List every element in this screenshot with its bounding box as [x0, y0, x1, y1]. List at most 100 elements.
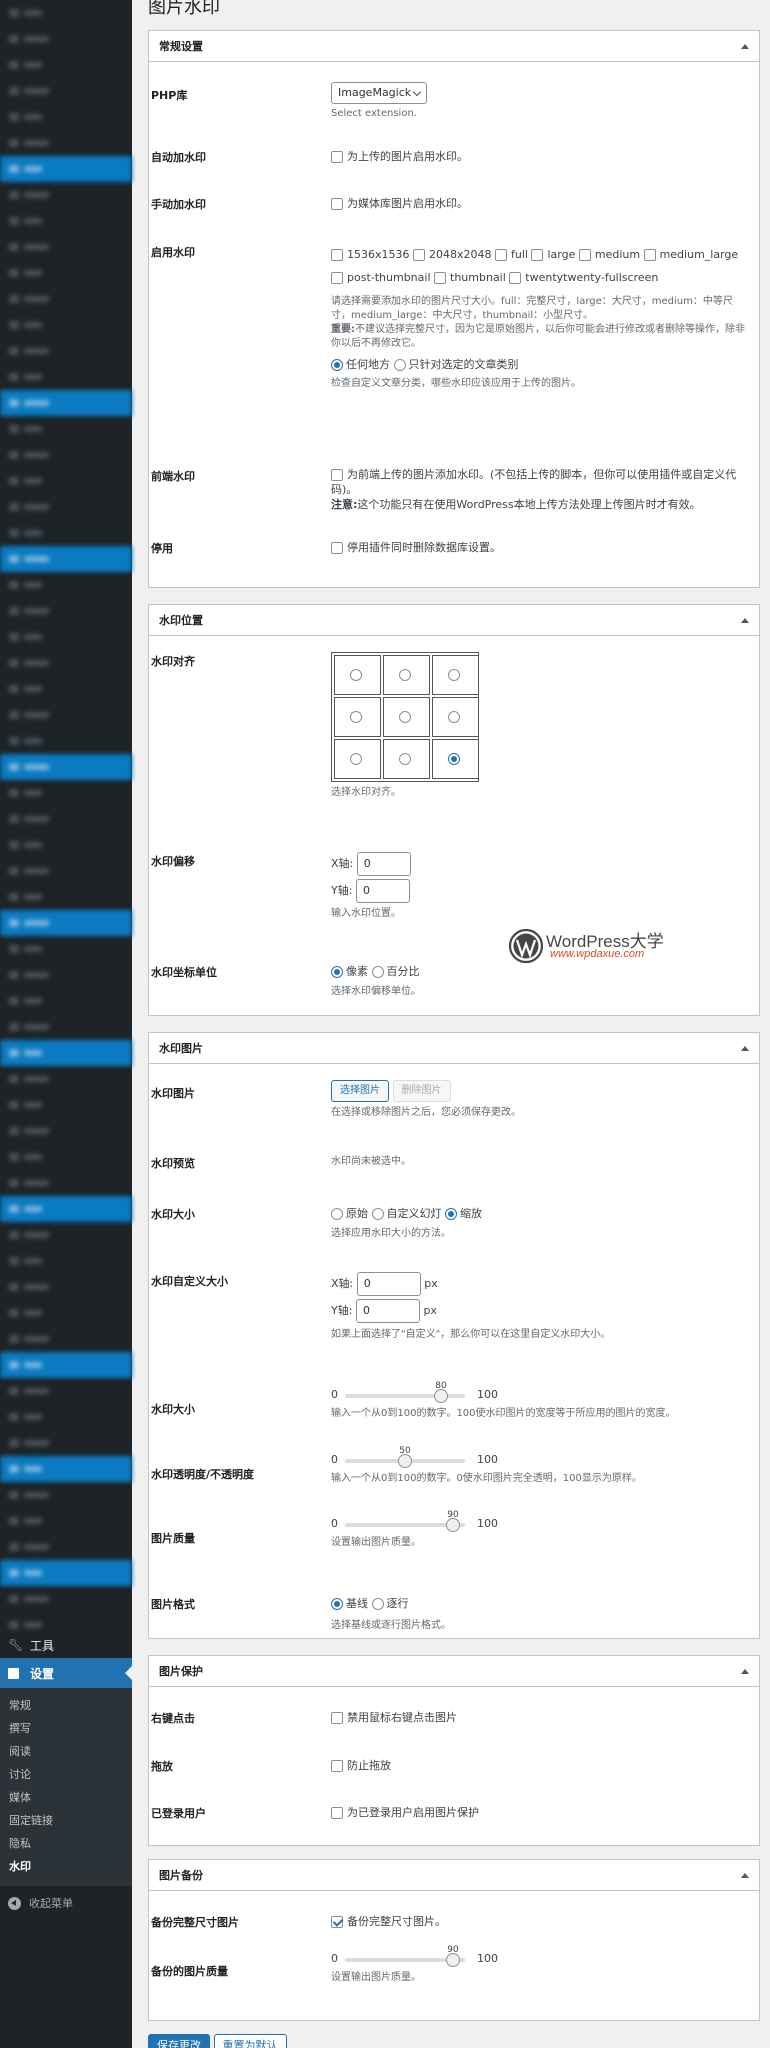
alignment-radio[interactable] [448, 711, 460, 723]
frontend-watermark-checkbox[interactable] [331, 469, 343, 481]
quality-slider-thumb[interactable] [446, 1518, 460, 1532]
sidebar-blurred-item[interactable] [0, 1170, 132, 1196]
sidebar-blurred-item[interactable] [0, 1482, 132, 1508]
alignment-cell[interactable] [334, 697, 381, 737]
alignment-cell[interactable] [383, 739, 430, 779]
scale-slider[interactable]: 80 [345, 1381, 465, 1403]
sidebar-blurred-item[interactable] [0, 676, 132, 702]
submenu-item-general[interactable]: 常规 [0, 1694, 132, 1717]
size-scale-radio[interactable] [445, 1208, 457, 1220]
remove-image-button[interactable]: 删除图片 [392, 1080, 451, 1102]
sidebar-blurred-item[interactable] [0, 650, 132, 676]
sidebar-blurred-item[interactable] [0, 988, 132, 1014]
sidebar-blurred-item[interactable] [0, 1326, 132, 1352]
scale-slider-thumb[interactable] [434, 1389, 448, 1403]
collapse-caret-icon[interactable] [741, 1045, 749, 1051]
size-checkbox-full[interactable] [495, 249, 507, 261]
alignment-radio[interactable] [350, 753, 362, 765]
save-changes-button[interactable]: 保存更改 [148, 2034, 210, 2048]
sidebar-blurred-item[interactable] [0, 104, 132, 130]
sidebar-blurred-item[interactable] [0, 1612, 132, 1632]
alignment-cell[interactable] [432, 739, 479, 779]
submenu-item-watermark[interactable]: 水印 [0, 1855, 132, 1878]
sidebar-blurred-item[interactable] [0, 0, 132, 26]
submenu-item-permalinks[interactable]: 固定链接 [0, 1809, 132, 1832]
custom-y-input[interactable]: 0 [355, 1299, 420, 1323]
sidebar-blurred-item[interactable] [0, 1144, 132, 1170]
size-checkbox-medium[interactable] [578, 249, 591, 261]
sidebar-blurred-item[interactable] [0, 286, 132, 312]
panel-header[interactable]: 水印位置 [149, 605, 759, 636]
sidebar-item-settings[interactable]: 设置 [0, 1658, 132, 1688]
sidebar-blurred-item[interactable] [0, 702, 132, 728]
sidebar-blurred-item[interactable] [0, 468, 132, 494]
sidebar-blurred-item[interactable] [0, 520, 132, 546]
loggedin-checkbox[interactable] [331, 1807, 343, 1819]
drag-checkbox[interactable] [331, 1760, 343, 1772]
alignment-cell[interactable] [334, 739, 381, 779]
panel-header[interactable]: 图片备份 [149, 1860, 759, 1891]
sidebar-blurred-item[interactable] [0, 1586, 132, 1612]
sidebar-blurred-item[interactable] [0, 910, 132, 936]
sidebar-blurred-item[interactable] [0, 780, 132, 806]
alignment-radio[interactable] [399, 753, 411, 765]
alignment-cell[interactable] [383, 697, 430, 737]
backup-full-checkbox[interactable] [331, 1916, 343, 1928]
sidebar-blurred-item[interactable] [0, 1560, 132, 1586]
sidebar-blurred-item[interactable] [0, 26, 132, 52]
sidebar-blurred-item[interactable] [0, 1378, 132, 1404]
size-checkbox-1536[interactable] [331, 249, 343, 261]
alignment-cell[interactable] [334, 655, 381, 695]
sidebar-blurred-item[interactable] [0, 1092, 132, 1118]
size-checkbox-2048[interactable] [413, 249, 425, 261]
unit-percent-radio[interactable] [371, 966, 384, 978]
sidebar-blurred-item[interactable] [0, 494, 132, 520]
sidebar-blurred-item[interactable] [0, 832, 132, 858]
sidebar-blurred-item[interactable] [0, 1014, 132, 1040]
size-original-radio[interactable] [331, 1208, 343, 1220]
size-checkbox-twentytwenty[interactable] [509, 272, 522, 284]
submenu-item-privacy[interactable]: 隐私 [0, 1832, 132, 1855]
sidebar-blurred-item[interactable] [0, 182, 132, 208]
offset-x-input[interactable]: 0 [356, 852, 411, 876]
delete-settings-checkbox[interactable] [331, 542, 343, 554]
sidebar-blurred-item[interactable] [0, 390, 132, 416]
sidebar-blurred-item[interactable] [0, 52, 132, 78]
alignment-radio[interactable] [448, 669, 460, 681]
sidebar-blurred-item[interactable] [0, 858, 132, 884]
sidebar-blurred-item[interactable] [0, 156, 132, 182]
php-lib-select[interactable]: ImageMagick [331, 82, 427, 104]
opacity-slider[interactable]: 50 [345, 1446, 465, 1468]
sidebar-blurred-item[interactable] [0, 338, 132, 364]
collapse-menu-button[interactable]: 收起菜单 [0, 1886, 132, 1920]
sidebar-blurred-item[interactable] [0, 364, 132, 390]
opacity-slider-thumb[interactable] [398, 1454, 412, 1468]
sidebar-blurred-item[interactable] [0, 1196, 132, 1222]
panel-header[interactable]: 常规设置 [149, 31, 759, 62]
size-checkbox-medium-large[interactable] [643, 249, 656, 261]
rightclick-checkbox[interactable] [331, 1712, 343, 1724]
sidebar-blurred-item[interactable] [0, 442, 132, 468]
reset-defaults-button[interactable]: 重置为默认 [213, 2034, 287, 2048]
submenu-item-discussion[interactable]: 讨论 [0, 1763, 132, 1786]
size-checkbox-post-thumbnail[interactable] [331, 272, 343, 284]
submenu-item-media[interactable]: 媒体 [0, 1786, 132, 1809]
sidebar-blurred-item[interactable] [0, 1404, 132, 1430]
sidebar-blurred-item[interactable] [0, 598, 132, 624]
select-image-button[interactable]: 选择图片 [331, 1080, 389, 1102]
unit-px-radio[interactable] [331, 966, 343, 978]
sidebar-blurred-item[interactable] [0, 806, 132, 832]
alignment-radio[interactable] [399, 711, 411, 723]
sidebar-blurred-item[interactable] [0, 416, 132, 442]
sidebar-blurred-item[interactable] [0, 1066, 132, 1092]
sidebar-blurred-item[interactable] [0, 546, 132, 572]
sidebar-blurred-item[interactable] [0, 936, 132, 962]
sidebar-blurred-item[interactable] [0, 884, 132, 910]
sidebar-blurred-item[interactable] [0, 1300, 132, 1326]
sidebar-blurred-item[interactable] [0, 1222, 132, 1248]
sidebar-blurred-item[interactable] [0, 962, 132, 988]
alignment-cell[interactable] [432, 655, 479, 695]
sidebar-blurred-item[interactable] [0, 234, 132, 260]
submenu-item-writing[interactable]: 撰写 [0, 1717, 132, 1740]
sidebar-blurred-item[interactable] [0, 1248, 132, 1274]
